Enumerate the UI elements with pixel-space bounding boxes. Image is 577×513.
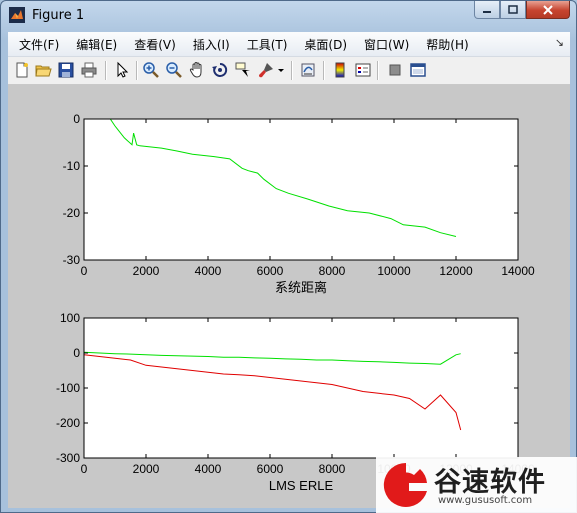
pan-hand-icon: [189, 61, 202, 78]
x-axis-label: 系统距离: [275, 280, 327, 295]
x-tick-label: 6000: [257, 462, 284, 476]
x-tick-label: 0: [81, 264, 88, 278]
watermark-name: 谷速软件: [434, 467, 546, 498]
x-tick-label: 12000: [439, 264, 473, 278]
open-file-button[interactable]: [34, 61, 52, 79]
figure-toolbar: [8, 57, 570, 85]
maximize-button[interactable]: [500, 1, 526, 19]
y-tick-label: -200: [56, 416, 80, 430]
open-file-icon: [35, 65, 52, 77]
menu-desktop[interactable]: 桌面(D): [298, 36, 353, 53]
colorbar-button[interactable]: [331, 61, 349, 79]
legend-icon: [355, 63, 371, 77]
y-tick-label: -300: [56, 451, 80, 465]
rotate-3d-button[interactable]: [211, 61, 229, 79]
brush-icon: [259, 63, 273, 78]
pan-button[interactable]: [188, 61, 206, 79]
gususoft-logo-icon: [383, 462, 427, 507]
link-plot-button[interactable]: [299, 61, 317, 79]
menu-insert[interactable]: 插入(I): [187, 36, 236, 53]
x-tick-label: 14000: [501, 264, 535, 278]
x-tick-label: 8000: [319, 264, 346, 278]
menu-dock-arrow-icon[interactable]: ↘: [555, 36, 564, 49]
subplot-1[interactable]: 0 2000 4000 6000 8000 10000 12000 14000 0 -10 -20 -…: [63, 112, 535, 295]
toolbar-separator: [136, 61, 138, 80]
maximize-icon: [508, 4, 518, 14]
zoom-in-button[interactable]: [142, 61, 160, 79]
print-button[interactable]: [80, 61, 98, 79]
watermark-url: www.gususoft.com: [438, 495, 533, 506]
minimize-button[interactable]: [474, 1, 500, 19]
save-button[interactable]: [57, 61, 75, 79]
close-button[interactable]: [526, 1, 570, 19]
hide-plot-tools-icon: [389, 64, 401, 76]
x-tick-label: 6000: [257, 264, 284, 278]
axes-background: [84, 119, 518, 260]
menu-file[interactable]: 文件(F): [13, 36, 65, 53]
y-tick-label: 0: [73, 112, 80, 126]
toolbar-separator: [377, 61, 379, 80]
menu-tools[interactable]: 工具(T): [241, 36, 294, 53]
y-tick-label: 100: [60, 311, 80, 325]
toolbar-separator: [323, 61, 325, 80]
axes-background: [84, 318, 518, 458]
hide-plot-tools-button[interactable]: [386, 61, 404, 79]
menu-window[interactable]: 窗口(W): [358, 36, 415, 53]
new-figure-button[interactable]: [13, 61, 31, 79]
rotate-3d-icon: [212, 62, 228, 77]
show-plot-tools-button[interactable]: [409, 61, 427, 79]
toolbar-separator: [291, 61, 293, 80]
y-tick-label: 0: [73, 346, 80, 360]
y-tick-label: -30: [63, 253, 81, 267]
x-tick-label: 2000: [133, 462, 160, 476]
menu-view[interactable]: 查看(V): [128, 36, 182, 53]
title-bar[interactable]: Figure 1: [1, 1, 576, 31]
y-tick-label: -20: [63, 206, 81, 220]
y-tick-label: -100: [56, 381, 80, 395]
edit-plot-arrow-icon: [117, 61, 129, 78]
x-tick-label: 2000: [133, 264, 160, 278]
matlab-logo-icon: [9, 7, 25, 23]
zoom-out-button[interactable]: [165, 61, 183, 79]
window-client-area: 文件(F) 编辑(E) 查看(V) 插入(I) 工具(T) 桌面(D) 窗口(W…: [8, 32, 570, 508]
show-plot-tools-icon: [410, 63, 426, 77]
data-cursor-button[interactable]: [234, 61, 252, 79]
colorbar-icon: [335, 62, 345, 78]
menu-edit[interactable]: 编辑(E): [70, 36, 123, 53]
x-tick-label: 0: [81, 462, 88, 476]
watermark-banner: 谷速软件 www.gususoft.com: [376, 457, 577, 513]
new-figure-icon: [16, 62, 28, 78]
x-tick-label: 8000: [319, 462, 346, 476]
close-icon: [543, 4, 553, 15]
zoom-in-icon: [143, 62, 159, 78]
edit-plot-button[interactable]: [113, 61, 131, 79]
x-tick-label: 10000: [377, 264, 411, 278]
save-icon: [58, 62, 74, 78]
plots-svg: 0 2000 4000 6000 8000 10000 12000 140000-10-20-…: [56, 112, 535, 493]
brush-dropdown-icon: [278, 69, 284, 72]
minimize-icon: [483, 10, 491, 13]
legend-button[interactable]: [354, 61, 372, 79]
y-tick-label: -10: [63, 159, 81, 173]
window-title: Figure 1: [32, 8, 85, 23]
print-icon: [81, 62, 97, 78]
toolbar-separator: [105, 61, 107, 80]
zoom-out-icon: [166, 62, 182, 78]
figure-canvas: 0 2000 4000 6000 8000 10000 12000 14000 0 -10 -20-…: [8, 85, 570, 508]
menu-help[interactable]: 帮助(H): [420, 36, 474, 53]
link-plot-icon: [301, 63, 315, 77]
menu-bar: 文件(F) 编辑(E) 查看(V) 插入(I) 工具(T) 桌面(D) 窗口(W…: [8, 32, 570, 57]
x-tick-label: 4000: [195, 264, 222, 278]
x-tick-label: 4000: [195, 462, 222, 476]
brush-dropdown-button[interactable]: [276, 61, 286, 79]
brush-button[interactable]: [257, 61, 275, 79]
x-axis-label: LMS ERLE: [269, 478, 334, 493]
figure-window: Figure 1 文件(F) 编辑(E) 查看(V) 插入(I) 工具(T) 桌…: [0, 0, 577, 513]
data-cursor-icon: [235, 62, 250, 77]
